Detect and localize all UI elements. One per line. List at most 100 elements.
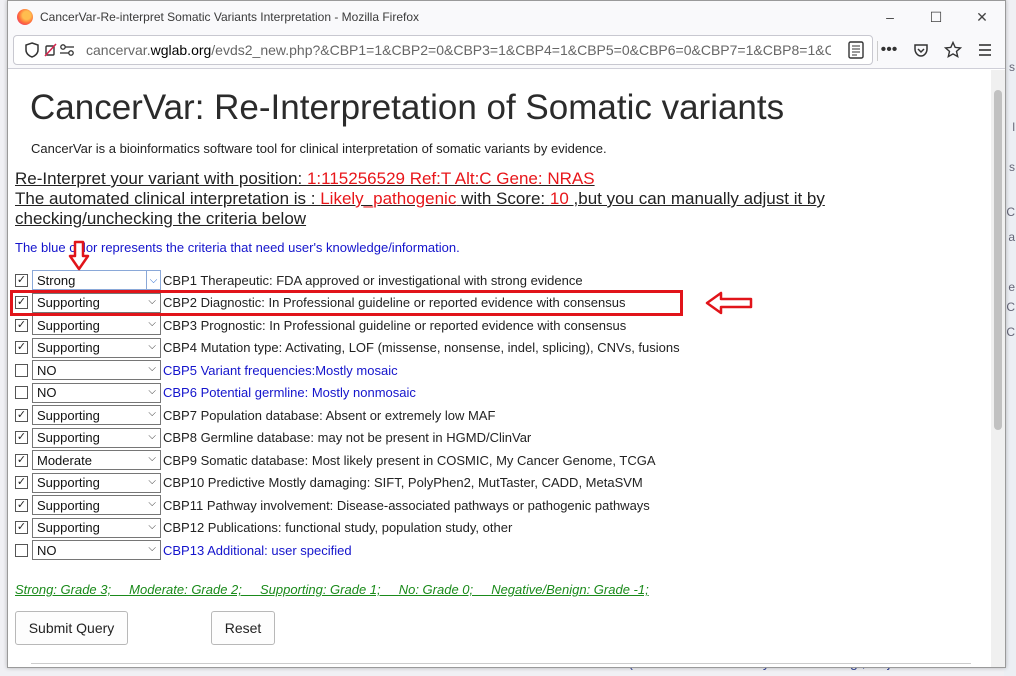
menu-icon[interactable] [973, 37, 997, 63]
criterion-checkbox[interactable]: ✓ [15, 521, 28, 535]
criteria-list: ✓ Strong ⌵ CBP1 Therapeutic: FDA approved o… [15, 269, 680, 562]
background-side-letter: e [1008, 280, 1015, 294]
criterion-level-select[interactable]: Moderate ⌵ [32, 450, 161, 471]
chevron-down-icon: ⌵ [148, 385, 156, 397]
chevron-down-icon: ⌵ [148, 363, 156, 375]
interpretation-line: The automated clinical interpretation is… [15, 189, 825, 209]
criterion-row: ✓ Supporting ⌵ CBP10 Predictive Mostly dama… [15, 472, 680, 495]
chevron-down-icon: ⌵ [148, 295, 156, 307]
nav-bar: cancervar.wglab.org/evds2_new.php?&CBP1=… [8, 33, 1005, 69]
criterion-level-value: Supporting [37, 295, 100, 311]
criterion-level-select[interactable]: Supporting ⌵ [32, 495, 161, 516]
background-side-letter: s [1009, 60, 1015, 74]
criterion-row: ✓ Supporting ⌵ CBP11 Pathway involvement: D… [15, 494, 680, 517]
vertical-scrollbar[interactable] [991, 70, 1005, 667]
criterion-level-select[interactable]: Supporting ⌵ [32, 517, 161, 538]
firefox-logo-icon [17, 9, 33, 25]
criterion-level-value: Supporting [37, 430, 100, 446]
criterion-level-value: Supporting [37, 497, 100, 513]
pocket-icon[interactable] [909, 37, 933, 63]
criterion-level-select[interactable]: Strong ⌵ [32, 270, 161, 291]
criterion-checkbox[interactable]: ✓ [15, 476, 28, 490]
criterion-checkbox[interactable]: ✓ [15, 273, 28, 287]
minimize-button[interactable]: – [867, 1, 913, 33]
criterion-label: CBP7 Population database: Absent or extr… [163, 407, 496, 423]
scrollbar-thumb[interactable] [994, 90, 1002, 430]
adjust-text-line2: checking/unchecking the criteria below [15, 209, 307, 228]
criterion-label: CBP5 Variant frequencies:Mostly mosaic [163, 362, 398, 378]
submit-query-button[interactable]: Submit Query [15, 611, 128, 645]
criterion-checkbox[interactable] [15, 543, 28, 557]
maximize-button[interactable]: ☐ [913, 1, 959, 33]
criterion-level-select[interactable]: Supporting ⌵ [32, 337, 161, 358]
criterion-level-value: Supporting [37, 407, 100, 423]
interpretation-label: The automated clinical interpretation is… [15, 189, 321, 208]
criterion-row: ✓ Supporting ⌵ CBP8 Germline database: may … [15, 427, 680, 450]
overflow-icon[interactable]: ••• [877, 37, 901, 63]
page-title: CancerVar: Re-Interpretation of Somatic … [30, 88, 785, 127]
criterion-checkbox[interactable] [15, 386, 28, 400]
criterion-label: CBP12 Publications: functional study, po… [163, 520, 513, 536]
criterion-label: CBP13 Additional: user specified [163, 542, 352, 558]
score-value: 10 [549, 189, 574, 208]
url-path: /evds2_new.php?&CBP1=1&CBP2=0&CBP3=1&CBP… [211, 42, 831, 58]
criterion-label: CBP9 Somatic database: Most likely prese… [163, 452, 656, 468]
background-side-letter: C [1006, 205, 1015, 219]
title-bar: CancerVar-Re-interpret Somatic Variants … [8, 1, 1005, 33]
criterion-checkbox[interactable]: ✓ [15, 341, 28, 355]
criterion-checkbox[interactable]: ✓ [15, 408, 28, 422]
criterion-checkbox[interactable] [15, 363, 28, 377]
background-side-letter: C [1006, 325, 1015, 339]
url-text[interactable]: cancervar.wglab.org/evds2_new.php?&CBP1=… [86, 42, 831, 58]
criterion-level-select[interactable]: NO ⌵ [32, 360, 161, 381]
page-content: CancerVar: Re-Interpretation of Somatic … [8, 70, 993, 667]
criterion-level-select[interactable]: Supporting ⌵ [32, 472, 161, 493]
criterion-level-value: NO [37, 362, 57, 378]
variant-position-label: Re-Interpret your variant with position: [15, 169, 307, 188]
browser-window: CancerVar-Re-interpret Somatic Variants … [7, 0, 1006, 668]
chevron-down-icon: ⌵ [148, 340, 156, 352]
criterion-level-select[interactable]: NO ⌵ [32, 540, 161, 561]
nav-toolbar: ••• [877, 37, 997, 63]
criterion-checkbox[interactable]: ✓ [15, 431, 28, 445]
close-button[interactable]: ✕ [959, 1, 1005, 33]
criterion-row: NO ⌵ CBP5 Variant frequencies:Mostly mosai… [15, 359, 680, 382]
criterion-row: NO ⌵ CBP13 Additional: user specified [15, 539, 680, 562]
url-bar[interactable]: cancervar.wglab.org/evds2_new.php?&CBP1=… [13, 35, 873, 65]
criterion-level-select[interactable]: Supporting ⌵ [32, 292, 161, 313]
adjust-text: ,but you can manually adjust it by [573, 189, 825, 208]
criterion-level-select[interactable]: Supporting ⌵ [32, 405, 161, 426]
variant-position-value: 1:115256529 Ref:T Alt:C Gene: NRAS [306, 169, 595, 188]
background-side-letter: C [1006, 300, 1015, 314]
window-title: CancerVar-Re-interpret Somatic Variants … [40, 10, 420, 24]
criterion-checkbox[interactable]: ✓ [15, 296, 28, 310]
reader-view-icon[interactable] [848, 41, 864, 59]
variant-position-line: Re-Interpret your variant with position:… [15, 169, 595, 189]
criterion-level-select[interactable]: Supporting ⌵ [32, 427, 161, 448]
criterion-label: CBP2 Diagnostic: In Professional guideli… [163, 295, 626, 311]
bookmark-star-icon[interactable] [941, 37, 965, 63]
criterion-level-value: Supporting [37, 340, 100, 356]
background-side-letter: a [1008, 230, 1015, 244]
criterion-checkbox[interactable]: ✓ [15, 318, 28, 332]
permissions-icon[interactable] [44, 40, 78, 60]
chevron-down-icon: ⌵ [148, 430, 156, 442]
criterion-label: CBP11 Pathway involvement: Disease-assoc… [163, 497, 650, 513]
criterion-label: CBP4 Mutation type: Activating, LOF (mis… [163, 340, 680, 356]
page-description: CancerVar is a bioinformatics software t… [31, 141, 607, 156]
criterion-label: CBP10 Predictive Mostly damaging: SIFT, … [163, 475, 643, 491]
criterion-level-select[interactable]: Supporting ⌵ [32, 315, 161, 336]
reset-button[interactable]: Reset [211, 611, 275, 645]
chevron-down-icon: ⌵ [148, 408, 156, 420]
criterion-level-value: NO [37, 542, 57, 558]
chevron-down-icon: ⌵ [146, 271, 160, 290]
criterion-level-select[interactable]: NO ⌵ [32, 382, 161, 403]
criterion-row: ✓ Supporting ⌵ CBP4 Mutation type: Activati… [15, 337, 680, 360]
criterion-label: CBP6 Potential germline: Mostly nonmosai… [163, 385, 416, 401]
criterion-level-value: NO [37, 385, 57, 401]
criterion-checkbox[interactable]: ✓ [15, 498, 28, 512]
shield-icon[interactable] [22, 40, 42, 60]
criterion-checkbox[interactable]: ✓ [15, 453, 28, 467]
criterion-level-value: Strong [37, 272, 76, 288]
annotation-left-arrow-icon [705, 291, 753, 315]
